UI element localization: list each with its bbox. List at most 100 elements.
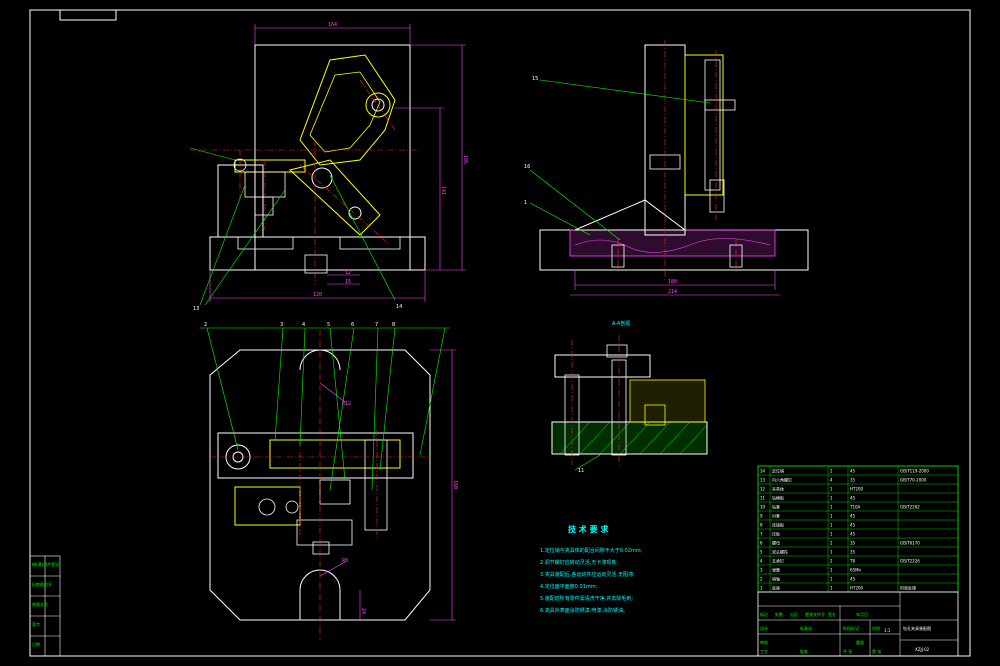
parts-cell-no: 5 — [760, 550, 763, 555]
left-strip-label-1: 旧底图总号 — [32, 581, 52, 587]
tb-label-count: 处数 — [775, 611, 783, 617]
parts-cell-name: 衬套 — [772, 513, 780, 519]
tb-label-review: 审核 — [760, 639, 768, 645]
parts-cell-qty: 1 — [830, 568, 833, 573]
parts-cell-qty: 4 — [830, 478, 833, 483]
balloon-side-top: 15 — [532, 76, 538, 82]
dim-plan-height: 160 — [452, 480, 458, 489]
parts-cell-qty: 1 — [830, 577, 833, 582]
parts-cell-mat: 45 — [850, 514, 856, 519]
parts-cell-no: 9 — [760, 514, 763, 519]
tb-label-scale: 比例 — [872, 625, 880, 631]
tb-label-mark: 标记 — [760, 611, 768, 617]
parts-cell-note: GB/T70-2000 — [900, 478, 927, 483]
dim-base-width: 120 — [313, 292, 322, 298]
parts-cell-name: 内六角螺钉 — [772, 477, 792, 483]
front-view: 164 185 141 120 12 15 13 14 — [189, 22, 468, 312]
tech-req-heading: 技 术 要 求 — [568, 524, 609, 534]
parts-cell-name: 压板 — [772, 531, 780, 537]
balloon-plan-5: 7 — [375, 322, 378, 328]
tb-label-sign: 签名 — [828, 611, 836, 617]
parts-cell-name: 弹簧 — [772, 567, 780, 573]
tb-label-sheet: 第 张 — [872, 648, 881, 654]
parts-cell-no: 13 — [760, 478, 766, 483]
parts-cell-qty: 1 — [830, 586, 833, 591]
dim-front-width: 164 — [328, 22, 337, 28]
tb-label-process: 工艺 — [760, 649, 768, 654]
parts-cell-name: 底座 — [772, 585, 780, 591]
parts-cell-mat: 45 — [850, 469, 856, 474]
dim-bottom-radius-a: R8 — [342, 558, 348, 564]
parts-cell-no: 10 — [760, 505, 766, 510]
parts-cell-mat: 45 — [850, 532, 856, 537]
parts-cell-name: 钻套 — [772, 504, 780, 510]
tb-label-standard: 标准化 — [800, 625, 812, 631]
parts-cell-name: 连接板 — [772, 522, 784, 528]
left-strip-label-2: 底图总号 — [32, 601, 48, 607]
left-strip-label-0: 借(通)用件登记 — [32, 561, 59, 567]
drawing-scale: 1:1 — [884, 628, 891, 633]
drawing-frame — [29, 9, 971, 657]
parts-cell-name: 双头螺柱 — [772, 549, 788, 555]
parts-cell-mat: HT200 — [850, 487, 864, 492]
parts-cell-no: 2 — [760, 577, 763, 582]
balloon-plan-2: 4 — [302, 322, 305, 328]
parts-cell-note: GB/T2226 — [900, 559, 920, 564]
balloon-front-left: 13 — [193, 306, 199, 312]
technical-requirements: 技 术 要 求 1.定位销与夹具体的配合间隙不大于0.02mm; 2.调节螺钉应… — [540, 524, 643, 614]
title-block: 钻孔夹具装配图 XZJJ-02 1:1 标记 处数 分区 更改文件号 签名 设计… — [757, 591, 959, 657]
tech-req-line-1: 2.调节螺钉应转动灵活,无卡滞现象; — [540, 559, 618, 566]
tech-req-line-4: 5.装配前所有零件需清洗干净,并去除毛刺; — [540, 595, 633, 602]
balloon-side-mid: 16 — [524, 164, 530, 170]
parts-cell-name: 销轴 — [772, 576, 780, 582]
parts-cell-qty: 1 — [830, 487, 833, 492]
tb-label-total: 共 张 — [843, 648, 852, 654]
parts-cell-no: 11 — [760, 496, 766, 501]
parts-cell-qty: 1 — [830, 496, 833, 501]
tb-label-approve: 批准 — [800, 648, 808, 654]
parts-cell-mat: 45 — [850, 577, 856, 582]
parts-cell-note: GB/T119-2000 — [900, 469, 929, 474]
parts-cell-mat: HT200 — [850, 586, 864, 591]
plan-view: 160 R12 R8 24 2 3 4 5 6 7 8 — [200, 322, 458, 640]
parts-cell-name: 定位销 — [772, 468, 784, 474]
dim-front-height: 185 — [462, 155, 468, 164]
parts-cell-mat: T10A — [849, 505, 861, 510]
left-info-labels: 借(通)用件登记 旧底图总号 底图总号 签字 日期 — [32, 561, 59, 647]
parts-cell-qty: 2 — [830, 469, 833, 474]
parts-cell-no: 4 — [760, 559, 763, 564]
parts-cell-no: 3 — [760, 568, 763, 573]
balloon-plan-6: 8 — [392, 322, 395, 328]
parts-cell-qty: 1 — [830, 505, 833, 510]
section-label: A-A剖视 — [612, 320, 630, 327]
tech-req-line-5: 6.夹具外表面涂防锈漆,喷漆,涂防锈油。 — [540, 607, 628, 614]
cad-drawing-canvas[interactable]: 借(通)用件登记 旧底图总号 底图总号 签字 日期 164 185 141 12… — [0, 0, 1000, 666]
parts-cell-mat: 35 — [850, 478, 856, 483]
parts-cell-mat: 35 — [850, 550, 856, 555]
tech-req-line-3: 4.定位面平面度0.01mm; — [540, 583, 598, 590]
tb-label-design: 设计 — [760, 625, 768, 631]
tech-req-line-0: 1.定位销与夹具体的配合间隙不大于0.02mm; — [540, 547, 643, 554]
parts-cell-qty: 1 — [830, 532, 833, 537]
dim-side-outer-width: 214 — [668, 289, 677, 295]
parts-cell-note: 时效处理 — [900, 585, 916, 591]
parts-cell-qty: 1 — [830, 514, 833, 519]
parts-cell-name: 钻模板 — [772, 495, 784, 501]
balloon-section: 11 — [578, 468, 584, 474]
drawing-code: XZJJ-02 — [915, 647, 930, 652]
tb-label-zone: 分区 — [790, 611, 798, 617]
drawing-name: 钻孔夹具装配图 — [903, 625, 931, 631]
left-strip-label-4: 日期 — [32, 641, 40, 647]
parts-cell-no: 14 — [760, 469, 766, 474]
parts-cell-no: 7 — [760, 532, 763, 537]
parts-cell-mat: 65Mn — [850, 568, 862, 573]
tb-label-weight: 重量 — [856, 639, 864, 645]
parts-cell-qty: 1 — [830, 523, 833, 528]
balloon-front-right: 14 — [396, 304, 402, 310]
parts-cell-no: 1 — [760, 586, 763, 591]
section-view: A-A剖视 11 — [551, 320, 708, 474]
balloon-plan-4: 6 — [351, 322, 354, 328]
parts-cell-no: 8 — [760, 523, 763, 528]
dim-plan-gap: 24 — [360, 608, 366, 614]
tb-label-stage: 阶段标记 — [843, 625, 859, 631]
